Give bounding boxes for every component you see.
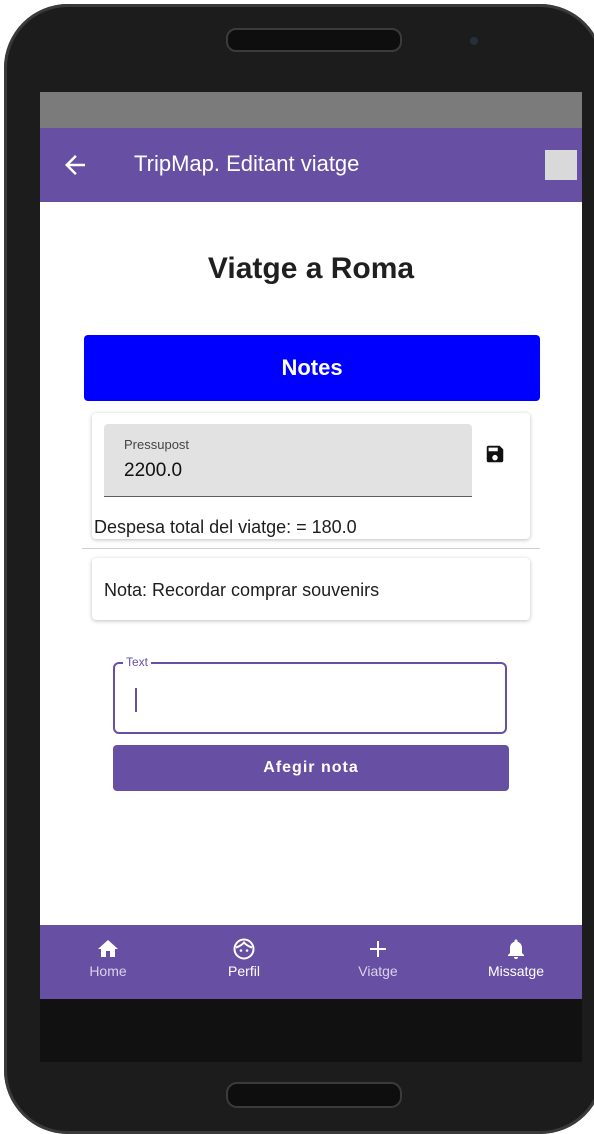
notes-button[interactable]: Notes — [84, 335, 540, 401]
nav-item-viatge[interactable]: Viatge — [318, 925, 438, 999]
speaker-grille — [226, 28, 402, 52]
phone-frame: TripMap. Editant viatge Viatge a Roma No… — [4, 4, 594, 1134]
text-cursor — [135, 688, 137, 712]
note-text: Nota: Recordar comprar souvenirs — [104, 580, 380, 600]
plus-icon — [370, 941, 386, 957]
nav-label-missatge: Missatge — [487, 963, 545, 979]
app-bar-action[interactable] — [545, 150, 577, 180]
screen: TripMap. Editant viatge Viatge a Roma No… — [40, 92, 582, 1062]
add-note-button-label: Afegir nota — [263, 759, 359, 776]
add-note-button[interactable]: Afegir nota — [113, 745, 509, 791]
notes-button-label: Notes — [281, 355, 343, 380]
note-text-input-label: Text — [123, 655, 152, 669]
nav-label-perfil: Perfil — [228, 963, 260, 979]
bottom-speaker-grille — [226, 1082, 402, 1108]
app-bar: TripMap. Editant viatge — [40, 128, 582, 202]
nav-item-home[interactable]: Home — [48, 925, 168, 999]
face-icon — [233, 938, 255, 960]
bell-icon — [508, 939, 524, 959]
bottom-navigation: Home Perfil Viatge Missatge — [40, 925, 582, 999]
total-expense-text: Despesa total del viatge: = 180.0 — [94, 517, 357, 537]
nav-item-perfil[interactable]: Perfil — [184, 925, 304, 999]
home-icon — [98, 940, 118, 957]
back-arrow-icon[interactable] — [60, 150, 90, 180]
budget-field-value: 2200.0 — [124, 460, 183, 481]
divider — [82, 548, 540, 549]
front-camera — [470, 37, 478, 45]
budget-card: Pressupost 2200.0 Despesa total del viat… — [92, 413, 530, 539]
note-text-input[interactable]: Text — [113, 655, 507, 734]
trip-title: Viatge a Roma — [207, 252, 415, 285]
budget-field-label: Pressupost — [124, 437, 190, 452]
save-icon[interactable] — [484, 443, 506, 465]
app-bar-title: TripMap. Editant viatge — [134, 151, 360, 176]
nav-label-viatge: Viatge — [358, 963, 398, 979]
nav-item-missatge[interactable]: Missatge — [456, 925, 576, 999]
system-navigation-bar — [40, 999, 582, 1062]
note-card: Nota: Recordar comprar souvenirs — [92, 558, 530, 620]
nav-label-home: Home — [89, 963, 127, 979]
status-bar — [40, 92, 582, 128]
budget-field[interactable]: Pressupost 2200.0 — [104, 424, 472, 497]
